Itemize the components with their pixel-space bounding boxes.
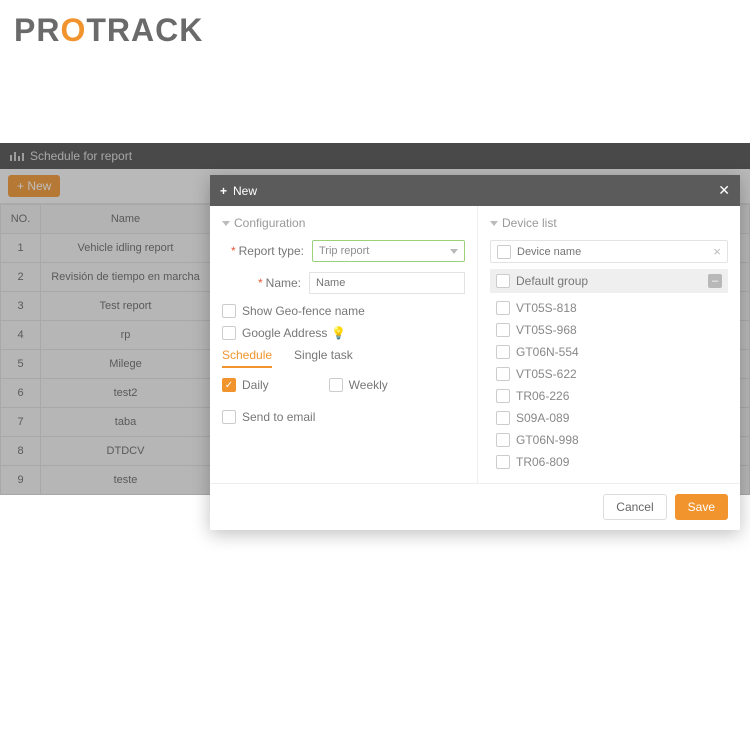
lightbulb-icon: 💡 [331,326,346,340]
device-list-pane: Device list × Default group – VT05S-818V… [478,206,740,483]
checkbox-group[interactable] [496,274,510,288]
default-group-header[interactable]: Default group – [490,269,728,293]
close-icon[interactable]: ✕ [718,182,730,199]
name-input[interactable] [309,272,465,294]
caret-down-icon [490,221,498,226]
checkbox-send-email[interactable] [222,410,236,424]
device-item[interactable]: VT05S-622 [490,363,728,385]
checkbox-device[interactable] [496,301,510,315]
modal-footer: Cancel Save [210,483,740,530]
daily-option[interactable]: ✓ Daily [222,378,269,392]
device-item[interactable]: S09A-089 [490,407,728,429]
device-item[interactable]: VT05S-818 [490,297,728,319]
checkbox-device[interactable] [496,455,510,469]
report-type-select[interactable]: Trip report [312,240,465,262]
device-item[interactable]: GT06N-554 [490,341,728,363]
device-item[interactable]: TR06-809 [490,451,728,473]
page-container: Schedule for report + New NO. Name Trip … [0,143,750,495]
config-title: Configuration [234,216,305,230]
checkbox-device[interactable] [496,323,510,337]
device-item[interactable]: GT06N-998 [490,429,728,451]
checkbox-daily[interactable]: ✓ [222,378,236,392]
modal-header: + New ✕ [210,175,740,206]
device-item[interactable]: TR06-226 [490,385,728,407]
configuration-pane: Configuration *Report type: Trip report … [210,206,478,483]
report-type-label: Report type: [239,244,304,258]
chevron-down-icon [450,249,458,254]
checkbox-google-address[interactable] [222,326,236,340]
tab-schedule[interactable]: Schedule [222,348,272,368]
brand-logo: PROTRACK [0,0,750,55]
checkbox-weekly[interactable] [329,378,343,392]
checkbox-device[interactable] [496,345,510,359]
checkbox-select-all[interactable] [497,245,511,259]
plus-icon: + [220,184,227,198]
send-email-row[interactable]: Send to email [222,410,465,424]
save-button[interactable]: Save [675,494,728,520]
device-search[interactable]: × [490,240,728,263]
checkbox-device[interactable] [496,389,510,403]
checkbox-device[interactable] [496,411,510,425]
new-modal: + New ✕ Configuration *Report type: Trip … [210,175,740,530]
checkbox-device[interactable] [496,367,510,381]
cancel-button[interactable]: Cancel [603,494,666,520]
caret-down-icon [222,221,230,226]
modal-title: New [233,184,257,198]
name-label: Name: [266,276,301,290]
device-list-title: Device list [502,216,557,230]
checkbox-geofence[interactable] [222,304,236,318]
weekly-option[interactable]: Weekly [329,378,388,392]
clear-icon[interactable]: × [713,244,721,259]
google-address-row[interactable]: Google Address 💡 [222,326,465,340]
show-geofence-row[interactable]: Show Geo-fence name [222,304,465,318]
device-search-input[interactable] [517,246,709,258]
device-item[interactable]: VT05S-968 [490,319,728,341]
tab-single-task[interactable]: Single task [294,348,353,368]
checkbox-device[interactable] [496,433,510,447]
collapse-icon[interactable]: – [708,274,722,288]
